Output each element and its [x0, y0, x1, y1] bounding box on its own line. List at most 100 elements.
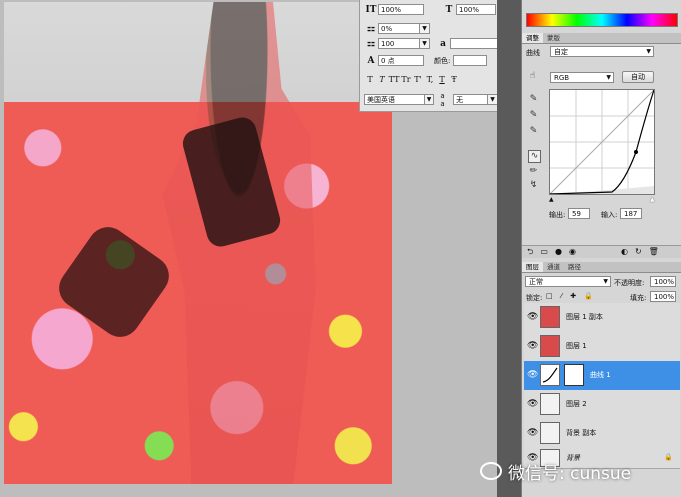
character-panel: IT 100% T 100% ⚏ 0% ▼ ⚏ 100 ▼ a ▼ A 0 点 …	[359, 0, 510, 112]
layer-name: 图层 1 副本	[566, 313, 603, 321]
black-point-eyedropper-icon[interactable]: ✎	[528, 94, 539, 105]
layer-row-selected[interactable]: 👁 曲线 1	[524, 361, 680, 391]
on-image-adjust-icon[interactable]: ☝	[527, 71, 538, 82]
tracking-dropdown-icon[interactable]: ▼	[420, 23, 430, 34]
type-style-buttons: T T TT Tr T' T, T Ŧ	[364, 73, 460, 86]
tsume-field[interactable]	[450, 38, 500, 49]
channel-select[interactable]: RGB ▼	[550, 72, 614, 83]
curves-graph-svg	[549, 89, 655, 195]
reset-icon[interactable]: ↻	[635, 246, 642, 258]
input-field[interactable]: 187	[620, 208, 642, 219]
visibility-icon[interactable]: ◉	[569, 246, 576, 258]
eye-icon[interactable]: 👁	[527, 341, 538, 351]
lock-icons[interactable]: □ ⁄ ✚ 🔒	[546, 292, 596, 300]
tab-channels[interactable]: 通道	[543, 262, 564, 272]
gray-point-eyedropper-icon[interactable]: ✎	[528, 110, 539, 121]
adjustments-tabs: 调整 蒙版	[522, 33, 681, 44]
layer-row[interactable]: 👁 图层 1	[524, 332, 680, 362]
strikethrough-button[interactable]: Ŧ	[448, 75, 460, 84]
kerning-field[interactable]: 100	[378, 38, 420, 49]
panel-dock-gutter	[497, 0, 521, 497]
antialias-select[interactable]: 无	[452, 94, 489, 105]
layer-name: 图层 2	[566, 400, 587, 408]
language-dropdown-icon[interactable]: ▼	[424, 94, 435, 105]
auto-button[interactable]: 自动	[622, 71, 654, 83]
color-spectrum-bar[interactable]	[526, 13, 678, 27]
vertical-scale-icon: IT	[365, 4, 377, 15]
lock-icon: 🔒	[664, 453, 673, 461]
opacity-field[interactable]: 100%	[650, 276, 676, 287]
tab-layers[interactable]: 图层	[522, 262, 543, 272]
vertical-scale-field[interactable]: 100%	[378, 4, 424, 15]
curve-control-point	[634, 150, 638, 154]
underline-button[interactable]: T	[436, 75, 448, 84]
tsume-icon: a	[440, 38, 446, 49]
layer-name: 曲线 1	[590, 371, 611, 379]
horizontal-scale-icon: T	[445, 4, 453, 15]
watermark-text: 微信号: cunsue	[508, 463, 632, 484]
layer-name: 图层 1	[566, 342, 587, 350]
antialias-icon: a a	[440, 91, 445, 108]
white-point-eyedropper-icon[interactable]: ✎	[528, 126, 539, 137]
pencil-draw-icon[interactable]: ✏	[528, 166, 539, 177]
layers-list: 👁 图层 1 副本 👁 图层 1 👁 曲线 1 👁 图层 2 👁 背景 副本 👁…	[524, 303, 680, 469]
baseline-shift-field[interactable]: 0 点	[378, 55, 424, 66]
superscript-button[interactable]: T'	[412, 75, 424, 84]
layer-row[interactable]: 👁 图层 1 副本	[524, 303, 680, 333]
subscript-button[interactable]: T,	[424, 75, 436, 84]
faux-italic-button[interactable]: T	[376, 75, 388, 84]
right-panel-dock: 调整 蒙版 曲线 自定 ▼ ☝ RGB ▼ 自动 ✎ ✎ ✎ ∿ ✏ ↯ ▲ ▲ 输…	[521, 0, 681, 497]
smooth-curve-icon[interactable]: ↯	[528, 180, 539, 191]
faux-bold-button[interactable]: T	[364, 75, 376, 84]
black-slider-icon[interactable]: ▲	[549, 196, 554, 203]
tab-masks[interactable]: 蒙版	[543, 33, 564, 43]
output-label: 输出:	[549, 211, 566, 219]
trash-icon[interactable]: 🗑	[649, 246, 659, 258]
curve-point-tool-icon[interactable]: ∿	[528, 150, 541, 163]
eye-icon[interactable]: 👁	[527, 428, 538, 438]
text-color-swatch[interactable]	[453, 55, 488, 66]
eye-icon[interactable]: 👁	[527, 312, 538, 322]
small-caps-button[interactable]: Tr	[400, 75, 412, 84]
curves-label: 曲线	[526, 49, 540, 57]
layer-thumbnail	[540, 393, 560, 415]
photo-composite	[4, 2, 392, 484]
adjustments-footer: ⮌ ▭ ● ◉ ◐ ↻ 🗑	[522, 245, 681, 258]
view-previous-icon[interactable]: ◐	[621, 246, 628, 258]
curves-preset-select[interactable]: 自定 ▼	[550, 46, 654, 57]
horizontal-scale-field[interactable]: 100%	[456, 4, 496, 15]
baseline-shift-icon: A	[367, 55, 375, 66]
curves-graph[interactable]	[549, 89, 655, 195]
input-label: 输入:	[601, 211, 618, 219]
tab-paths[interactable]: 路径	[564, 262, 585, 272]
fill-field[interactable]: 100%	[650, 291, 676, 302]
all-caps-button[interactable]: TT	[388, 75, 400, 84]
blend-mode-select[interactable]: 正常 ▼	[525, 276, 611, 287]
tab-adjustments[interactable]: 调整	[522, 33, 543, 43]
layer-thumbnail	[540, 335, 560, 357]
lock-label: 锁定:	[526, 294, 543, 302]
layer-thumbnail	[540, 422, 560, 444]
kerning-dropdown-icon[interactable]: ▼	[420, 38, 430, 49]
layer-mask-thumbnail	[564, 364, 584, 386]
layer-row[interactable]: 👁 图层 2	[524, 390, 680, 420]
layer-row[interactable]: 👁 背景 副本	[524, 419, 680, 449]
return-icon[interactable]: ⮌	[527, 246, 533, 258]
eye-icon[interactable]: 👁	[527, 399, 538, 409]
expand-view-icon[interactable]: ▭	[540, 246, 548, 258]
tracking-icon: ⚏	[366, 23, 376, 34]
curves-adjustment-icon	[540, 364, 560, 386]
language-select[interactable]: 美国英语	[364, 94, 425, 105]
eye-icon[interactable]: 👁	[527, 370, 538, 380]
output-field[interactable]: 59	[568, 208, 590, 219]
fill-label: 填充:	[630, 294, 647, 302]
layers-tabs: 图层 通道 路径	[522, 262, 681, 273]
tracking-field[interactable]: 0%	[378, 23, 420, 34]
kerning-icon: ⚏	[366, 38, 376, 49]
clip-layer-icon[interactable]: ●	[555, 246, 562, 258]
chevron-down-icon: ▼	[646, 48, 651, 55]
white-slider-icon[interactable]: ▲	[650, 196, 655, 203]
color-label: 颜色:	[434, 56, 451, 65]
watermark: 微信号: cunsue	[480, 456, 631, 486]
chevron-down-icon: ▼	[603, 278, 608, 285]
